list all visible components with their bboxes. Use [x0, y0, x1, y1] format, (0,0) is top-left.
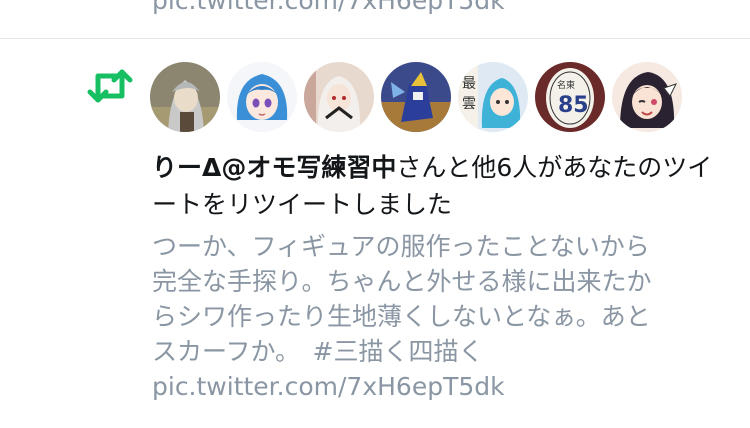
tweet-line: スカーフか。 #三描く四描く: [152, 337, 484, 366]
avatar-bus-stop-sign-85[interactable]: 85 名東: [535, 62, 605, 132]
svg-text:名東: 名東: [557, 79, 575, 91]
previous-tweet-link[interactable]: pic.twitter.com/7xH6epT5dk: [152, 0, 505, 16]
tweet-media-link[interactable]: pic.twitter.com/7xH6epT5dk: [152, 369, 732, 404]
tweet-line: つーか、フィギュアの服作ったことないから: [152, 232, 650, 261]
retweeter-avatars: 最 雲 85 名東: [150, 62, 682, 132]
tweet-body[interactable]: つーか、フィギュアの服作ったことないから 完全な手探り。ちゃんと外せる様に出来た…: [152, 229, 732, 404]
avatar-white-hair-figure[interactable]: [304, 62, 374, 132]
tweet-line: らシワ作ったり生地薄くしないとなぁ。あと: [152, 302, 651, 331]
avatar-anime-game-art[interactable]: 最 雲: [458, 62, 528, 132]
svg-text:雲: 雲: [462, 96, 476, 112]
divider: [0, 38, 750, 39]
svg-text:85: 85: [558, 93, 589, 118]
retweet-notification-text: りーΔ@オモ写練習中さんと他6人があなたのツイートをリツイートしました: [152, 149, 732, 223]
avatar-figure-silver-hair[interactable]: [150, 62, 220, 132]
actor-name[interactable]: りーΔ@オモ写練習中: [152, 153, 396, 182]
svg-text:最: 最: [462, 76, 476, 92]
retweet-icon: [87, 69, 133, 103]
avatar-blue-hair-anime[interactable]: [227, 62, 297, 132]
tweet-line: 完全な手探り。ちゃんと外せる様に出来たか: [152, 267, 652, 296]
avatar-dark-hair-anime-girl[interactable]: [612, 62, 682, 132]
avatar-robot-mecha[interactable]: [381, 62, 451, 132]
